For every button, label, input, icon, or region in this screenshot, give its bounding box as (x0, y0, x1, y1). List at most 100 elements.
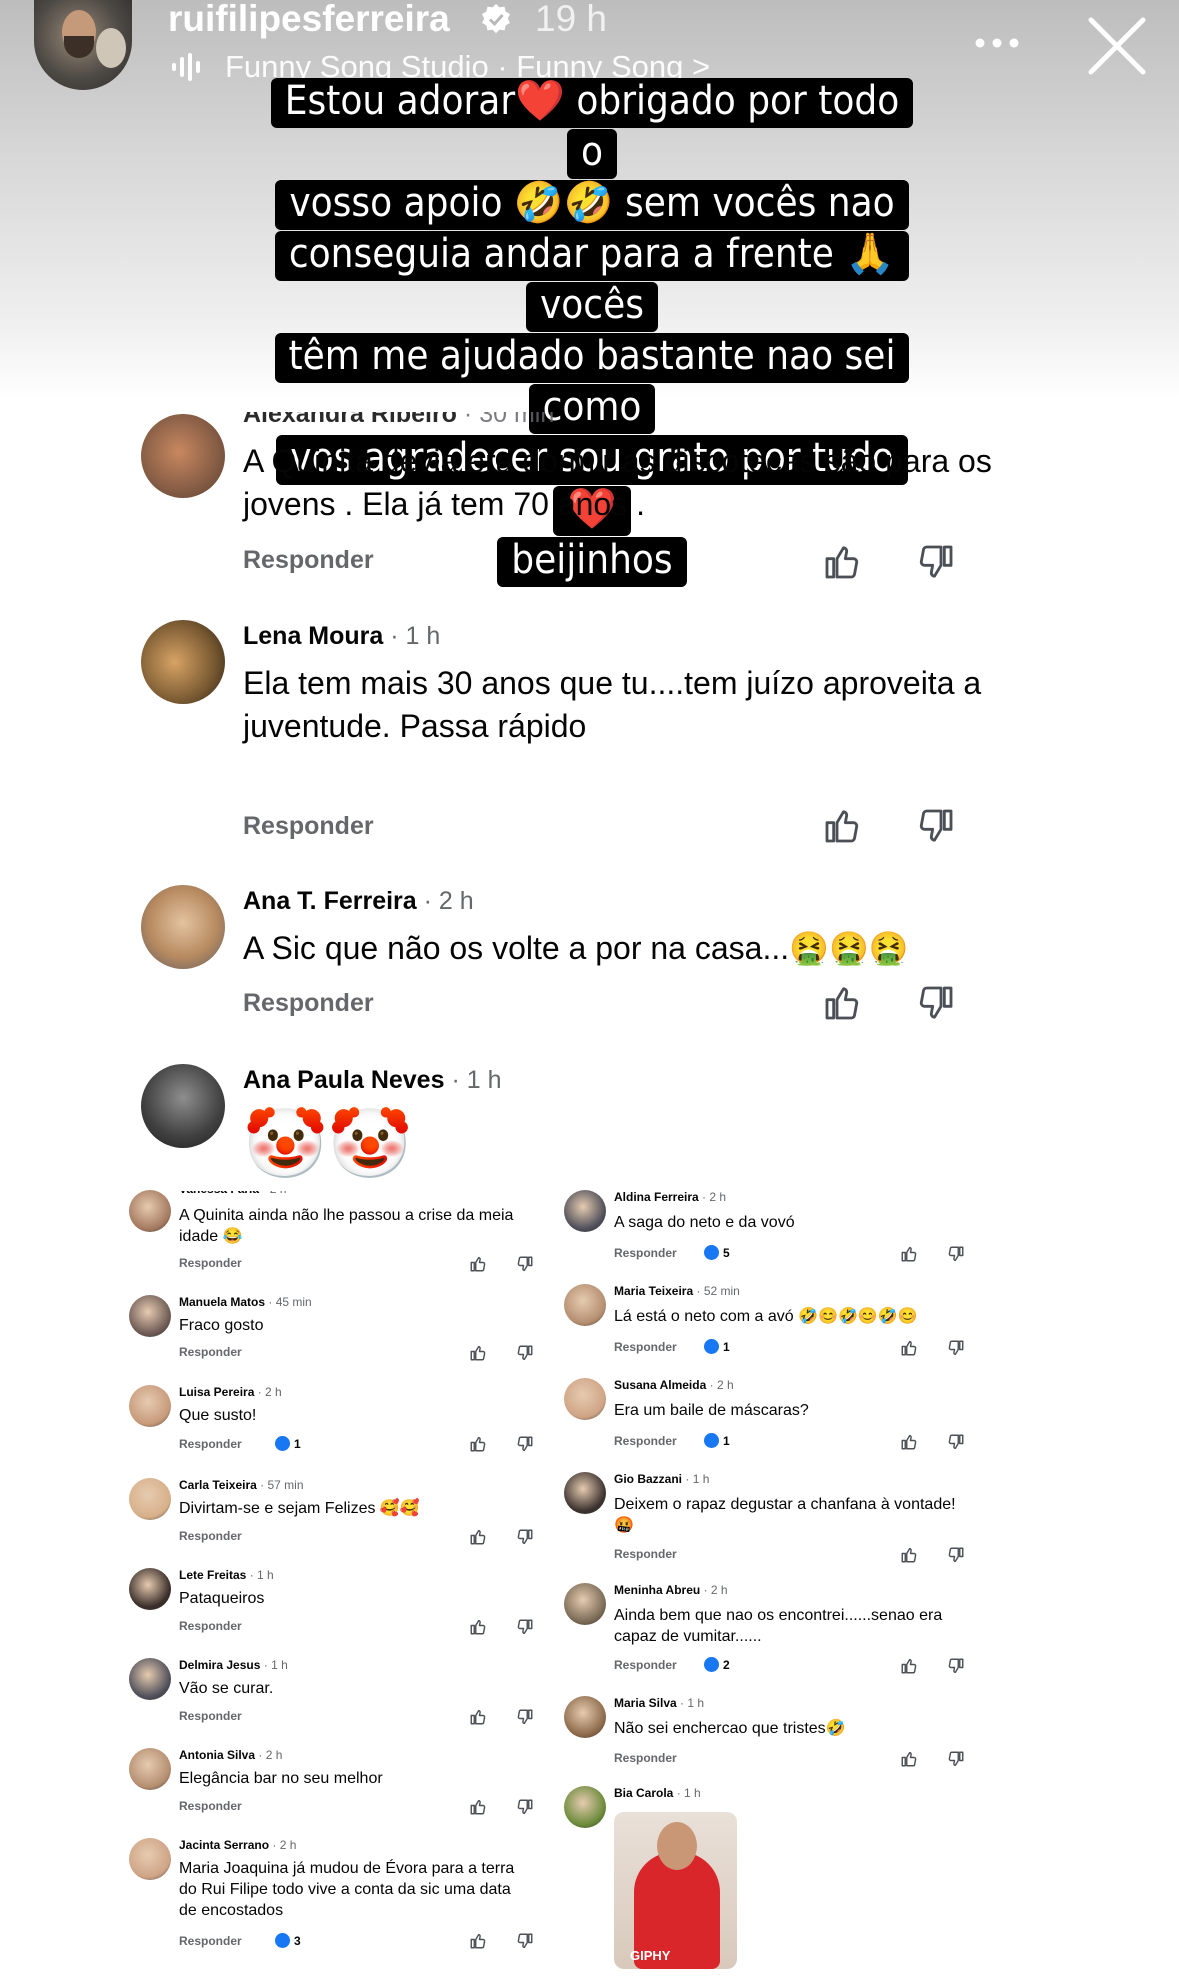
reply-button[interactable]: Responder (243, 812, 374, 841)
commenter-avatar[interactable] (141, 885, 225, 969)
commenter-avatar[interactable] (564, 1378, 606, 1420)
commenter-name[interactable]: Lete Freitas · 1 h (179, 1568, 274, 1582)
commenter-avatar[interactable] (129, 1190, 171, 1232)
commenter-name[interactable]: Susana Almeida · 2 h (614, 1378, 734, 1392)
commenter-avatar[interactable] (564, 1190, 606, 1232)
like-icon[interactable] (469, 1932, 487, 1950)
reaction-count[interactable]: 5 (704, 1245, 730, 1260)
dislike-icon[interactable] (947, 1546, 965, 1564)
reply-button[interactable]: Responder (179, 1799, 242, 1813)
like-icon[interactable] (900, 1433, 918, 1451)
comment-text: Divirtam-se e sejam Felizes 🥰🥰 (179, 1500, 420, 1517)
commenter-avatar[interactable] (141, 620, 225, 704)
commenter-name[interactable]: Aldina Ferreira · 2 h (614, 1190, 726, 1204)
like-icon[interactable] (469, 1435, 487, 1453)
reaction-count[interactable]: 1 (275, 1436, 301, 1451)
dislike-icon[interactable] (516, 1618, 534, 1636)
commenter-avatar[interactable] (129, 1568, 171, 1610)
reply-button[interactable]: Responder (614, 1547, 677, 1561)
commenter-avatar[interactable] (564, 1786, 606, 1828)
like-icon[interactable] (469, 1255, 487, 1273)
commenter-avatar[interactable] (564, 1696, 606, 1738)
commenter-avatar[interactable] (564, 1284, 606, 1326)
commenter-avatar[interactable] (129, 1658, 171, 1700)
reaction-count[interactable]: 3 (275, 1933, 301, 1948)
like-icon[interactable] (900, 1546, 918, 1564)
commenter-name[interactable]: Manuela Matos · 45 min (179, 1295, 312, 1309)
dislike-icon[interactable] (516, 1528, 534, 1546)
commenter-name[interactable]: Luisa Pereira · 2 h (179, 1385, 282, 1399)
commenter-name[interactable]: Maria Teixeira · 52 min (614, 1284, 740, 1298)
like-icon[interactable] (900, 1750, 918, 1768)
reply-button[interactable]: Responder (614, 1340, 677, 1354)
like-icon[interactable] (469, 1618, 487, 1636)
reaction-count[interactable]: 1 (704, 1433, 730, 1448)
like-icon[interactable] (822, 806, 862, 846)
commenter-name[interactable]: Carla Teixeira · 57 min (179, 1478, 304, 1492)
like-icon[interactable] (822, 542, 862, 582)
dislike-icon[interactable] (516, 1708, 534, 1726)
dislike-icon[interactable] (947, 1433, 965, 1451)
dislike-icon[interactable] (947, 1245, 965, 1263)
reaction-count[interactable]: 1 (704, 1339, 730, 1354)
dislike-icon[interactable] (516, 1435, 534, 1453)
dislike-icon[interactable] (916, 983, 956, 1023)
commenter-name[interactable]: Meninha Abreu · 2 h (614, 1583, 728, 1597)
commenter-avatar[interactable] (129, 1838, 171, 1880)
reaction-count[interactable]: 2 (704, 1657, 730, 1672)
commenter-name[interactable]: Gio Bazzani · 1 h (614, 1472, 709, 1486)
reply-button[interactable]: Responder (614, 1658, 677, 1672)
reply-button[interactable]: Responder (179, 1437, 242, 1451)
reply-button[interactable]: Responder (614, 1246, 677, 1260)
like-icon[interactable] (822, 983, 862, 1023)
comment-text: A Quinita devia era dormir as discotecas… (243, 443, 992, 522)
close-icon[interactable] (1083, 12, 1151, 80)
dislike-icon[interactable] (516, 1344, 534, 1362)
commenter-avatar[interactable] (129, 1295, 171, 1337)
commenter-avatar[interactable] (141, 1064, 225, 1148)
dislike-icon[interactable] (947, 1657, 965, 1675)
reply-button[interactable]: Responder (614, 1434, 677, 1448)
like-icon[interactable] (469, 1344, 487, 1362)
commenter-avatar[interactable] (129, 1385, 171, 1427)
reply-button[interactable]: Responder (179, 1934, 242, 1948)
reply-button[interactable]: Responder (243, 989, 374, 1018)
commenter-name[interactable]: Vanessa Faria · 2 h (179, 1191, 286, 1196)
dislike-icon[interactable] (516, 1255, 534, 1273)
commenter-avatar[interactable] (141, 414, 225, 498)
story-username[interactable]: ruifilipesferreira (168, 0, 450, 38)
dislike-icon[interactable] (916, 542, 956, 582)
commenter-avatar[interactable] (129, 1748, 171, 1790)
giphy-image[interactable]: GIPHY (614, 1812, 737, 1969)
commenter-avatar[interactable] (564, 1583, 606, 1625)
commenter-avatar[interactable] (564, 1472, 606, 1514)
commenter-name[interactable]: Bia Carola · 1 h (614, 1786, 701, 1800)
dislike-icon[interactable] (947, 1339, 965, 1357)
reply-button[interactable]: Responder (614, 1751, 677, 1765)
dislike-icon[interactable] (516, 1798, 534, 1816)
dislike-icon[interactable] (916, 806, 956, 846)
dislike-icon[interactable] (516, 1932, 534, 1950)
reply-button[interactable]: Responder (243, 546, 374, 575)
reply-button[interactable]: Responder (179, 1709, 242, 1723)
like-icon[interactable] (469, 1528, 487, 1546)
commenter-name[interactable]: Delmira Jesus · 1 h (179, 1658, 288, 1672)
commenter-name[interactable]: Jacinta Serrano · 2 h (179, 1838, 296, 1852)
reply-button[interactable]: Responder (179, 1619, 242, 1633)
commenter-name[interactable]: Maria Silva · 1 h (614, 1696, 704, 1710)
like-icon[interactable] (900, 1245, 918, 1263)
more-options-icon[interactable] (972, 26, 1022, 60)
like-icon[interactable] (469, 1798, 487, 1816)
reply-button[interactable]: Responder (179, 1256, 242, 1270)
like-icon[interactable] (469, 1708, 487, 1726)
commenter-name[interactable]: Lena Moura · 1 h (243, 622, 440, 651)
commenter-avatar[interactable] (129, 1478, 171, 1520)
commenter-name[interactable]: Antonia Silva · 2 h (179, 1748, 282, 1762)
like-icon[interactable] (900, 1339, 918, 1357)
commenter-name[interactable]: Ana T. Ferreira · 2 h (243, 887, 474, 916)
reply-button[interactable]: Responder (179, 1345, 242, 1359)
reply-button[interactable]: Responder (179, 1529, 242, 1543)
dislike-icon[interactable] (947, 1750, 965, 1768)
commenter-name[interactable]: Ana Paula Neves · 1 h (243, 1066, 502, 1095)
like-icon[interactable] (900, 1657, 918, 1675)
